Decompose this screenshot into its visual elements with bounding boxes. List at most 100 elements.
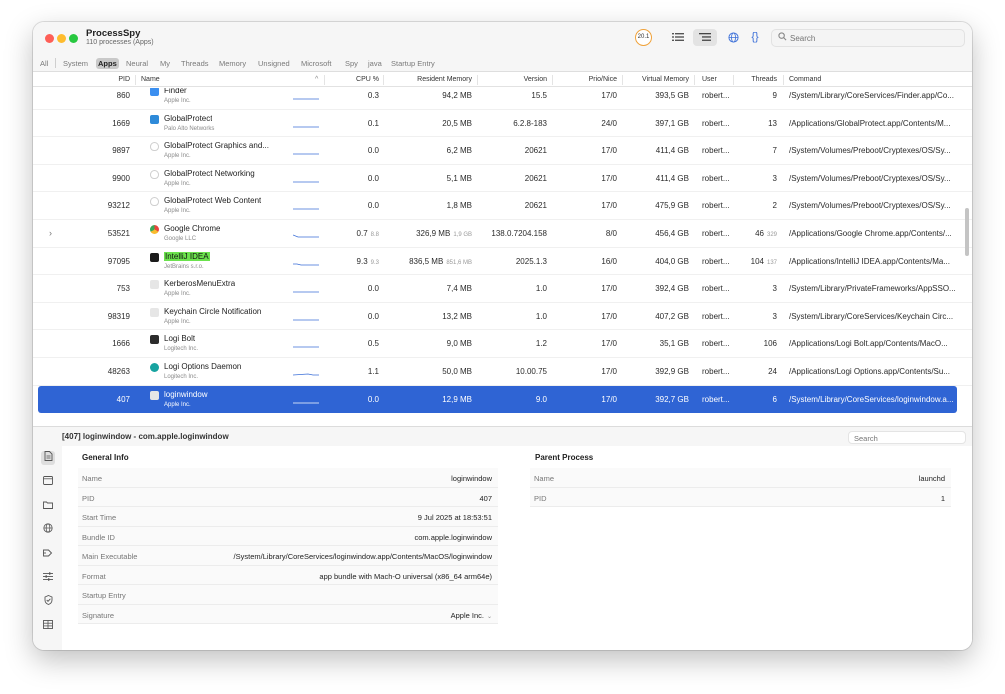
table-row[interactable]: 97095 IntelliJ IDEA JetBrains s.r.o. 9.3 9.3…: [33, 248, 972, 276]
column-header-cpu[interactable]: CPU %: [333, 76, 379, 83]
folder-icon[interactable]: [41, 499, 55, 513]
threads-total-value: 329: [766, 232, 777, 238]
detail-search-box[interactable]: [848, 431, 966, 444]
cpu-load-badge[interactable]: 20.1: [635, 29, 652, 46]
process-name: GlobalProtect Web Content: [164, 196, 262, 206]
close-window-button[interactable]: [45, 34, 54, 43]
column-header-user[interactable]: User: [702, 76, 717, 83]
sliders-icon[interactable]: [41, 571, 55, 585]
info-key: PID: [82, 493, 95, 503]
cpu-cell-value: 0.5: [367, 339, 379, 349]
cpu-sparkline: [293, 208, 319, 210]
threads-cell-value: 106: [763, 339, 777, 349]
virtual-memory-cell: 392,7 GB: [628, 395, 689, 404]
column-header-name[interactable]: Name: [141, 76, 160, 83]
process-name: IntelliJ IDEA: [164, 251, 210, 261]
search-box[interactable]: [771, 29, 965, 47]
window-icon[interactable]: [41, 475, 55, 489]
globe-icon[interactable]: [41, 523, 55, 537]
table-row[interactable]: 407 loginwindow Apple Inc. 0.0 12,9 MB 9.0 17/…: [38, 385, 957, 414]
info-value[interactable]: Apple Inc. ⌄: [451, 611, 492, 620]
pid-cell-value: 97095: [107, 256, 130, 266]
filter-microsoft[interactable]: Microsoft: [299, 58, 333, 69]
filter-all[interactable]: All: [38, 58, 50, 69]
column-header-command[interactable]: Command: [789, 76, 821, 83]
filter-my[interactable]: My: [158, 58, 172, 69]
user-cell-value: robert...: [702, 91, 730, 100]
pid-cell: 9897: [105, 146, 130, 155]
tree-view-button[interactable]: [693, 29, 717, 46]
column-header-resident-memory[interactable]: Resident Memory: [389, 76, 472, 83]
threads-cell: 2: [737, 201, 777, 210]
pid-cell: 98319: [105, 312, 130, 321]
table-row[interactable]: 93212 GlobalProtect Web Content Apple Inc.…: [33, 192, 972, 220]
list-view-button[interactable]: [666, 29, 690, 46]
command-cell-value: /System/Library/CoreServices/loginwindow…: [789, 394, 954, 404]
filter-java[interactable]: java: [366, 58, 384, 69]
network-button[interactable]: [721, 29, 745, 46]
table-icon[interactable]: [41, 619, 55, 633]
virtual-memory-cell-value: 35,1 GB: [659, 339, 689, 349]
table-row[interactable]: 753 KerberosMenuExtra Apple Inc. 0.0 7,4 MB 1…: [33, 275, 972, 303]
column-header-version[interactable]: Version: [483, 76, 547, 83]
globe-icon: [727, 32, 739, 43]
table-scrollbar[interactable]: [964, 88, 969, 421]
chevron-down-icon[interactable]: ⌄: [487, 614, 492, 620]
threads-cell-value: 3: [772, 284, 777, 294]
version-cell: 20621: [483, 201, 547, 210]
column-header-threads[interactable]: Threads: [737, 76, 777, 83]
virtual-memory-cell-value: 456,4 GB: [655, 229, 689, 238]
column-separator: [324, 75, 325, 85]
table-row[interactable]: 1666 Logi Bolt Logitech Inc. 0.5 9,0 MB 1.2 17…: [33, 330, 972, 358]
command-cell: /Applications/IntelliJ IDEA.app/Contents…: [789, 257, 959, 266]
column-header-virtual-memory[interactable]: Virtual Memory: [628, 76, 689, 83]
table-row[interactable]: 98319 Keychain Circle Notification Apple I…: [33, 303, 972, 331]
document-icon[interactable]: [41, 451, 55, 465]
info-value-text: 9 Jul 2025 at 18:53:51: [417, 513, 492, 522]
cpu-sparkline: [293, 291, 319, 293]
table-row[interactable]: 9900 GlobalProtect Networking Apple Inc. 0.…: [33, 165, 972, 193]
cpu-cell-value: 0.0: [367, 394, 379, 404]
info-row-pid: PID 1: [530, 487, 951, 507]
sort-ascending-icon[interactable]: ^: [315, 76, 318, 83]
column-separator: [783, 75, 784, 85]
zoom-window-button[interactable]: [69, 34, 78, 43]
filter-system[interactable]: System: [61, 58, 90, 69]
filter-startup-entry[interactable]: Startup Entry: [389, 58, 437, 69]
column-header-pid[interactable]: PID: [105, 76, 130, 83]
filter-neural[interactable]: Neural: [124, 58, 150, 69]
table-row[interactable]: 1669 GlobalProtect Palo Alto Networks 0.1 20…: [33, 110, 972, 138]
command-cell-value: /System/Library/PrivateFrameworks/AppSSO…: [789, 284, 956, 294]
prio-cell: 17/0: [558, 174, 617, 183]
column-header-prio[interactable]: Prio/Nice: [558, 76, 617, 83]
filter-unsigned[interactable]: Unsigned: [256, 58, 292, 69]
shield-check-icon[interactable]: [41, 595, 55, 609]
minimize-window-button[interactable]: [57, 34, 66, 43]
filter-memory[interactable]: Memory: [217, 58, 248, 69]
threads-total-value: 137: [766, 259, 777, 266]
version-cell-value: 10.00.75: [515, 367, 547, 376]
search-input[interactable]: [790, 32, 960, 44]
expand-chevron-icon[interactable]: ›: [49, 228, 52, 238]
info-key: Name: [534, 474, 555, 483]
scrollbar-thumb[interactable]: [965, 208, 969, 256]
table-row[interactable]: 9897 GlobalProtect Graphics and... Apple I…: [33, 137, 972, 165]
memory-total-value: 1,9 GB: [453, 232, 472, 238]
table-row[interactable]: 48263 Logi Options Daemon Logitech Inc. 1.1…: [33, 358, 972, 386]
cpu-cell: 0.0: [333, 174, 379, 183]
user-cell: robert...: [702, 284, 732, 293]
detail-search-input[interactable]: [854, 433, 962, 443]
filter-threads[interactable]: Threads: [179, 58, 211, 69]
filter-spy[interactable]: Spy: [343, 58, 360, 69]
json-button[interactable]: {}: [743, 29, 767, 46]
prio-cell: 16/0: [558, 257, 617, 266]
plug-icon[interactable]: [41, 547, 55, 561]
table-row[interactable]: 860 Finder Apple Inc. 0.3 94,2 MB 15.5 17/0 393…: [33, 88, 972, 110]
filter-apps[interactable]: Apps: [96, 58, 119, 69]
detail-content: General Info Name loginwindow PID 407 Start …: [62, 446, 972, 650]
resident-memory-cell-value: 94,2 MB: [442, 91, 472, 100]
cpu-cell-value: 0.1: [367, 118, 379, 128]
table-row[interactable]: › 53521 Google Chrome Google LLC 0.7 8.8 326,9…: [33, 220, 972, 248]
app-window: ProcessSpy 110 processes (Apps) 20.1 {} …: [33, 22, 972, 650]
virtual-memory-cell: 411,4 GB: [628, 174, 689, 183]
